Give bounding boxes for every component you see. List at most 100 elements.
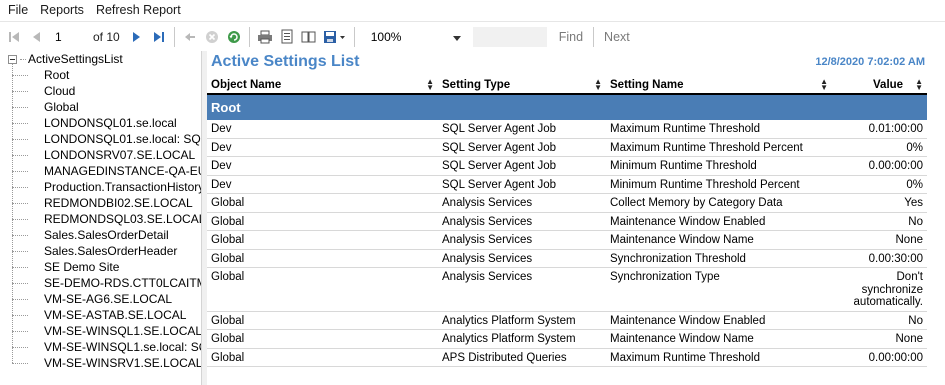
document-map: ActiveSettingsList Root Cloud Global LONDON… bbox=[0, 51, 202, 385]
page-setup-icon[interactable] bbox=[300, 28, 318, 46]
cell-setting-type: Analysis Services bbox=[442, 234, 533, 246]
tree-connector bbox=[12, 202, 28, 204]
toolbar-separator bbox=[593, 26, 595, 47]
sort-icon[interactable]: ▲ ▼ bbox=[426, 77, 434, 91]
next-page-icon[interactable] bbox=[128, 28, 146, 46]
tree-item-label: Global bbox=[44, 100, 79, 114]
cell-object-name: Global bbox=[211, 197, 245, 209]
report-title: Active Settings List bbox=[211, 53, 360, 70]
report-toolbar: of 10 100% Find Next bbox=[0, 21, 945, 51]
tree-connector bbox=[12, 106, 28, 108]
tree-item-label: Sales.SalesOrderDetail bbox=[44, 228, 169, 242]
print-icon[interactable] bbox=[256, 28, 274, 46]
zoom-select[interactable]: 100% bbox=[359, 27, 467, 47]
toolbar-separator bbox=[353, 26, 355, 47]
group-header: Root bbox=[207, 95, 927, 120]
tree-connector bbox=[12, 90, 28, 92]
tree-item-label: Production.TransactionHistory bbox=[44, 180, 202, 194]
column-setting-name[interactable]: Setting Name ▲ ▼ bbox=[606, 75, 832, 94]
tree-item[interactable]: Root bbox=[12, 67, 69, 83]
cell-setting-type: APS Distributed Queries bbox=[442, 351, 567, 364]
tree-item[interactable]: REDMONDBI02.SE.LOCAL bbox=[12, 195, 193, 211]
cell-object-name: Global bbox=[211, 215, 245, 228]
tree-root[interactable]: ActiveSettingsList bbox=[8, 51, 123, 67]
menu-file[interactable]: File bbox=[2, 0, 34, 21]
column-label: Object Name bbox=[211, 78, 282, 91]
tree-item-label: Root bbox=[44, 68, 70, 82]
tree-item[interactable]: VM-SE-WINSQL1.se.local: SQL S bbox=[12, 339, 201, 355]
cell-setting-name: Synchronization Type bbox=[610, 271, 720, 283]
tree-item[interactable]: MANAGEDINSTANCE-QA-EUS-M bbox=[12, 163, 201, 179]
last-page-icon[interactable] bbox=[150, 28, 168, 46]
cell-value: Don't synchronize automatically. bbox=[853, 271, 923, 308]
tree-item[interactable]: REDMONDSQL03.SE.LOCAL bbox=[12, 211, 201, 227]
tree-item[interactable]: Global bbox=[12, 99, 79, 115]
cell-object-name: Global bbox=[211, 351, 245, 364]
tree-connector bbox=[20, 58, 26, 60]
tree-item-label: Sales.SalesOrderHeader bbox=[44, 244, 178, 258]
cell-object-name: Dev bbox=[211, 123, 232, 135]
cell-object-name: Global bbox=[211, 234, 245, 246]
report-table: Object Name ▲ ▼ Setting Type ▲ ▼ Setting N… bbox=[207, 76, 927, 367]
tree-connector bbox=[12, 218, 28, 220]
tree-item[interactable]: VM-SE-WINSQL1.SE.LOCAL bbox=[12, 323, 201, 339]
cell-value: 0.01:00:00 bbox=[868, 123, 923, 135]
tree-item[interactable]: Sales.SalesOrderHeader bbox=[12, 243, 177, 259]
collapse-icon[interactable] bbox=[8, 54, 17, 64]
sort-icon[interactable]: ▲ ▼ bbox=[594, 77, 602, 91]
stop-icon[interactable] bbox=[203, 28, 221, 46]
tree-item[interactable]: SE-DEMO-RDS.CTT0LCAITM5X bbox=[12, 275, 201, 291]
tree-item[interactable]: VM-SE-ASTAB.SE.LOCAL bbox=[12, 307, 186, 323]
tree-item[interactable]: Cloud bbox=[12, 83, 75, 99]
tree-item[interactable]: SE Demo Site bbox=[12, 259, 119, 275]
column-object-name[interactable]: Object Name ▲ ▼ bbox=[207, 75, 438, 94]
refresh-icon[interactable] bbox=[225, 28, 243, 46]
tree-item-label: VM-SE-WINSRV1.SE.LOCAL bbox=[44, 356, 202, 370]
tree-item-label: VM-SE-AG6.SE.LOCAL bbox=[44, 292, 173, 306]
tree-item-label: Cloud bbox=[44, 84, 76, 98]
tree-connector bbox=[12, 138, 28, 140]
tree-item[interactable]: LONDONSQL01.se.local: SQL Se bbox=[12, 131, 201, 147]
tree-connector bbox=[12, 234, 28, 236]
zoom-value: 100% bbox=[370, 29, 402, 44]
print-layout-icon[interactable] bbox=[278, 28, 296, 46]
of-label: of 10 bbox=[93, 29, 120, 44]
tree-item[interactable]: VM-SE-WINSRV1.SE.LOCAL bbox=[12, 355, 202, 371]
page-number-input[interactable] bbox=[47, 26, 83, 47]
table-row: Global Analytics Platform System Maintenan… bbox=[207, 312, 927, 330]
cell-value: 0% bbox=[906, 178, 923, 191]
tree-connector bbox=[12, 186, 28, 188]
table-row: Global Analysis Services Synchronization T… bbox=[207, 268, 927, 312]
first-page-icon[interactable] bbox=[5, 28, 23, 46]
tree-item[interactable]: Sales.SalesOrderDetail bbox=[12, 227, 169, 243]
find-input[interactable] bbox=[472, 26, 547, 47]
back-icon[interactable] bbox=[181, 28, 199, 46]
tree-connector bbox=[12, 122, 28, 124]
tree-item[interactable]: LONDONSRV07.SE.LOCAL bbox=[12, 147, 195, 163]
cell-value: 0.00:00:00 bbox=[868, 160, 923, 172]
column-setting-type[interactable]: Setting Type ▲ ▼ bbox=[438, 75, 606, 94]
menu-refresh-report[interactable]: Refresh Report bbox=[90, 0, 187, 21]
tree-item-label: LONDONSRV07.SE.LOCAL bbox=[44, 148, 196, 162]
cell-setting-name: Maintenance Window Enabled bbox=[610, 215, 766, 228]
cell-object-name: Global bbox=[211, 271, 245, 283]
previous-page-icon[interactable] bbox=[27, 28, 45, 46]
tree-item[interactable]: VM-SE-AG6.SE.LOCAL bbox=[12, 291, 172, 307]
cell-value: 0.00:30:00 bbox=[868, 252, 923, 265]
menu-reports[interactable]: Reports bbox=[34, 0, 90, 21]
export-icon[interactable] bbox=[322, 28, 348, 46]
cell-setting-name: Maximum Runtime Threshold bbox=[610, 351, 760, 364]
next-button[interactable]: Next bbox=[596, 30, 638, 44]
cell-value: 0% bbox=[906, 141, 923, 154]
tree-item[interactable]: Production.TransactionHistory bbox=[12, 179, 202, 195]
tree-connector bbox=[12, 170, 28, 172]
chevron-down-icon bbox=[452, 30, 461, 44]
toolbar-separator bbox=[248, 26, 250, 47]
tree-item[interactable]: LONDONSQL01.se.local bbox=[12, 115, 177, 131]
sort-icon[interactable]: ▲ ▼ bbox=[915, 77, 923, 91]
cell-setting-type: Analysis Services bbox=[442, 252, 533, 265]
find-button[interactable]: Find bbox=[551, 30, 591, 44]
column-value[interactable]: Value ▲ ▼ bbox=[832, 75, 927, 94]
sort-icon[interactable]: ▲ ▼ bbox=[820, 77, 828, 91]
tree-connector bbox=[12, 250, 28, 252]
